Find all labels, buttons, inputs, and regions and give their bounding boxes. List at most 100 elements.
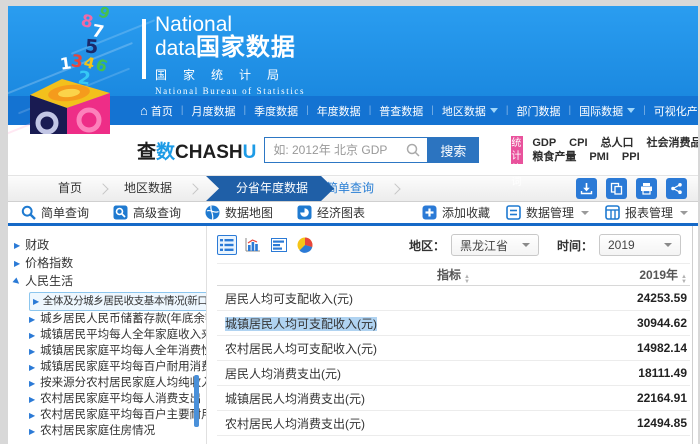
table-row[interactable]: 居民人均可支配收入(元) 24253.59 (217, 286, 690, 311)
hot-word-link[interactable]: 总人口 (601, 136, 634, 150)
triangle-right-icon: ▶ (29, 315, 36, 324)
hot-word-link[interactable]: CPI (569, 136, 587, 150)
nav-item[interactable]: 季度数据 (239, 103, 302, 119)
indicator-column-header[interactable]: 指标 ▲ ▼ (217, 264, 690, 287)
content-area: ▶ 财政 ▶ 价格指数 ▶ 人民生活 ▶ 全体及分城乡居民收支基本情况(新口径)… (8, 226, 698, 444)
table-row[interactable]: 农村居民人均消费支出(元) 12494.85 (217, 411, 690, 436)
tool-label: 简单查询 (41, 206, 90, 220)
row-value: 12494.85 (636, 416, 687, 430)
sidebar-tree-item[interactable]: ▶ 城镇居民平均每人全年家庭收入来源 (8, 328, 206, 343)
sort-icon: ▲ ▼ (681, 274, 687, 285)
table-row[interactable]: 城镇居民人均可支配收入(元) 30944.62 (217, 311, 690, 336)
triangle-right-icon: ▶ (29, 427, 36, 436)
tool-label: 高级查询 (133, 206, 182, 220)
tool-label: 添加收藏 (441, 206, 490, 220)
row-indicator: 城镇居民人均可支配收入(元) (217, 315, 560, 332)
hot-word-link[interactable]: 社会消费品零售总额 (647, 136, 698, 150)
hot-word-link[interactable]: GDP (532, 136, 556, 150)
year-column-header[interactable]: 2019年 ▲ ▼ (639, 264, 687, 287)
tool-label: 报表管理 (624, 206, 673, 220)
breadcrumb-item[interactable]: 首页 (58, 176, 124, 201)
nav-item[interactable]: 月度数据 (177, 103, 240, 119)
sidebar-scrollbar[interactable] (194, 375, 199, 427)
indicator-header-label: 指标 (437, 268, 462, 282)
sidebar-tree-item[interactable]: ▶ 农村居民家庭平均每人消费支出 (8, 392, 206, 407)
triangle-right-icon: ▶ (29, 363, 36, 372)
nav-item[interactable]: 部门数据 (502, 103, 565, 119)
sidebar-item-inner: ▶ 城镇居民家庭平均每百户耐用消费品拥有量 (29, 360, 206, 375)
chevron-down-icon (580, 210, 589, 215)
sidebar-item-inner: ▶ 农村居民家庭住房情况 (29, 424, 155, 439)
sidebar-tree-item[interactable]: ▶ 农村居民家庭住房情况 (8, 424, 206, 439)
sidebar-tree-item[interactable]: ▶ 城镇居民家庭平均每百户耐用消费品拥有量 (8, 360, 206, 375)
tool-label: 经济图表 (317, 206, 366, 220)
print-button[interactable] (636, 178, 657, 199)
add-favorite-button[interactable]: 添加收藏 (422, 204, 490, 221)
logo-subtitle-cn: 国家统计局 (155, 68, 296, 82)
table-row[interactable]: 居民人均消费支出(元) 18111.49 (217, 361, 690, 386)
sidebar-item-label: 价格指数 (25, 256, 74, 270)
data-manage-menu[interactable]: 数据管理 (506, 204, 589, 221)
breadcrumb-item-label: 地区数据 (124, 181, 173, 195)
search-input[interactable] (264, 137, 428, 163)
brand-part: 数 (156, 141, 176, 163)
sidebar-item-label: 城镇居民平均每人全年家庭收入来源 (40, 329, 206, 341)
breadcrumb-item[interactable]: 分省年度数据 (206, 176, 334, 201)
sidebar-tree-item[interactable]: ▶ 价格指数 (8, 256, 206, 271)
view-bar-chart-button[interactable] (243, 235, 263, 255)
nav-item[interactable]: 地区数据 (427, 103, 502, 119)
nav-item[interactable]: 普查数据 (365, 103, 428, 119)
sidebar-tree-item[interactable]: ▶ 城镇居民家庭平均每人全年消费性支出 (8, 344, 206, 359)
row-indicator-text: 农村居民人均消费支出(元) (225, 416, 365, 431)
table-row[interactable]: 农村居民人均可支配收入(元) 14982.14 (217, 336, 690, 361)
nav-item[interactable]: 年度数据 (302, 103, 365, 119)
sidebar-tree-item[interactable]: ▶ 农村居民家庭平均每百户主要耐用消费品拥 (8, 408, 206, 423)
table-header: 指标 ▲ ▼ 2019年 ▲ ▼ (217, 263, 690, 286)
sidebar-tree-item[interactable]: ▶ 全体及分城乡居民收支基本情况(新口径) (8, 292, 206, 311)
content-right-edge (692, 226, 693, 444)
row-indicator-text: 城镇居民人均可支配收入(元) (225, 316, 377, 331)
sidebar-tree-item[interactable]: ▶ 按来源分农村居民家庭人均纯收入 (8, 376, 206, 391)
share-button[interactable] (666, 178, 687, 199)
triangle-right-icon: ▶ (11, 276, 23, 287)
table-row[interactable]: 城镇居民人均消费支出(元) 22164.91 (217, 386, 690, 411)
time-dropdown[interactable]: 2019 (599, 234, 681, 256)
hot-word-link[interactable]: PMI (589, 150, 609, 164)
hot-words: GDP CPI 总人口社会消费品零售总额 粮食产量 PMI PPI (532, 136, 698, 164)
data-map-tool[interactable]: 数据地图 (205, 204, 273, 221)
nav-item[interactable]: ⌂ 首页 (136, 103, 177, 119)
nav-item[interactable]: 可视化产品 (639, 103, 698, 119)
region-dropdown[interactable]: 黑龙江省 (450, 234, 539, 256)
view-pie-chart-button[interactable] (295, 235, 315, 255)
row-indicator: 农村居民人均消费支出(元) (217, 415, 560, 432)
search-button[interactable]: 搜索 (427, 137, 480, 163)
breadcrumb-items: 首页 地区数据 分省年度数据 简单查询 (58, 176, 416, 201)
download-button[interactable] (576, 178, 597, 199)
home-icon: ⌂ (140, 103, 148, 118)
simple-query-tool[interactable]: 简单查询 (21, 204, 89, 221)
advanced-query-tool[interactable]: 高级查询 (113, 204, 181, 221)
sidebar-item-label: 财政 (25, 238, 50, 252)
sidebar-tree-item[interactable]: ▶ 财政 (8, 238, 206, 253)
nav-item[interactable]: 国际数据 (565, 103, 640, 119)
sidebar-item-label: 全体及分城乡居民收支基本情况(新口径) (42, 295, 206, 307)
breadcrumb-item[interactable]: 简单查询 (326, 176, 416, 201)
hot-word-link[interactable]: 粮食产量 (532, 150, 576, 164)
row-value: 22164.91 (636, 391, 687, 405)
sidebar-tree-item[interactable]: ▶ 城乡居民人民币储蓄存款(年底余额) (8, 312, 206, 327)
search-input-wrap (264, 137, 428, 163)
report-manage-menu[interactable]: 报表管理 (605, 204, 688, 221)
site-logo[interactable]: National data国家数据 国家统计局 National Bureau … (155, 13, 305, 96)
search-icon (407, 143, 420, 157)
copy-button[interactable] (606, 178, 627, 199)
sidebar-tree-item[interactable]: ▶ 人民生活 (8, 274, 206, 289)
triangle-right-icon: ▶ (29, 411, 36, 420)
triangle-right-icon: ▶ (29, 395, 36, 404)
list-view-icon (220, 239, 234, 251)
economic-chart-tool[interactable]: 经济图表 (297, 204, 365, 221)
view-table-button[interactable] (217, 235, 237, 255)
logo-divider-bar (142, 19, 146, 79)
view-hbar-chart-button[interactable] (269, 235, 289, 255)
breadcrumb-item[interactable]: 地区数据 (124, 176, 214, 201)
hot-word-link[interactable]: PPI (622, 150, 640, 164)
